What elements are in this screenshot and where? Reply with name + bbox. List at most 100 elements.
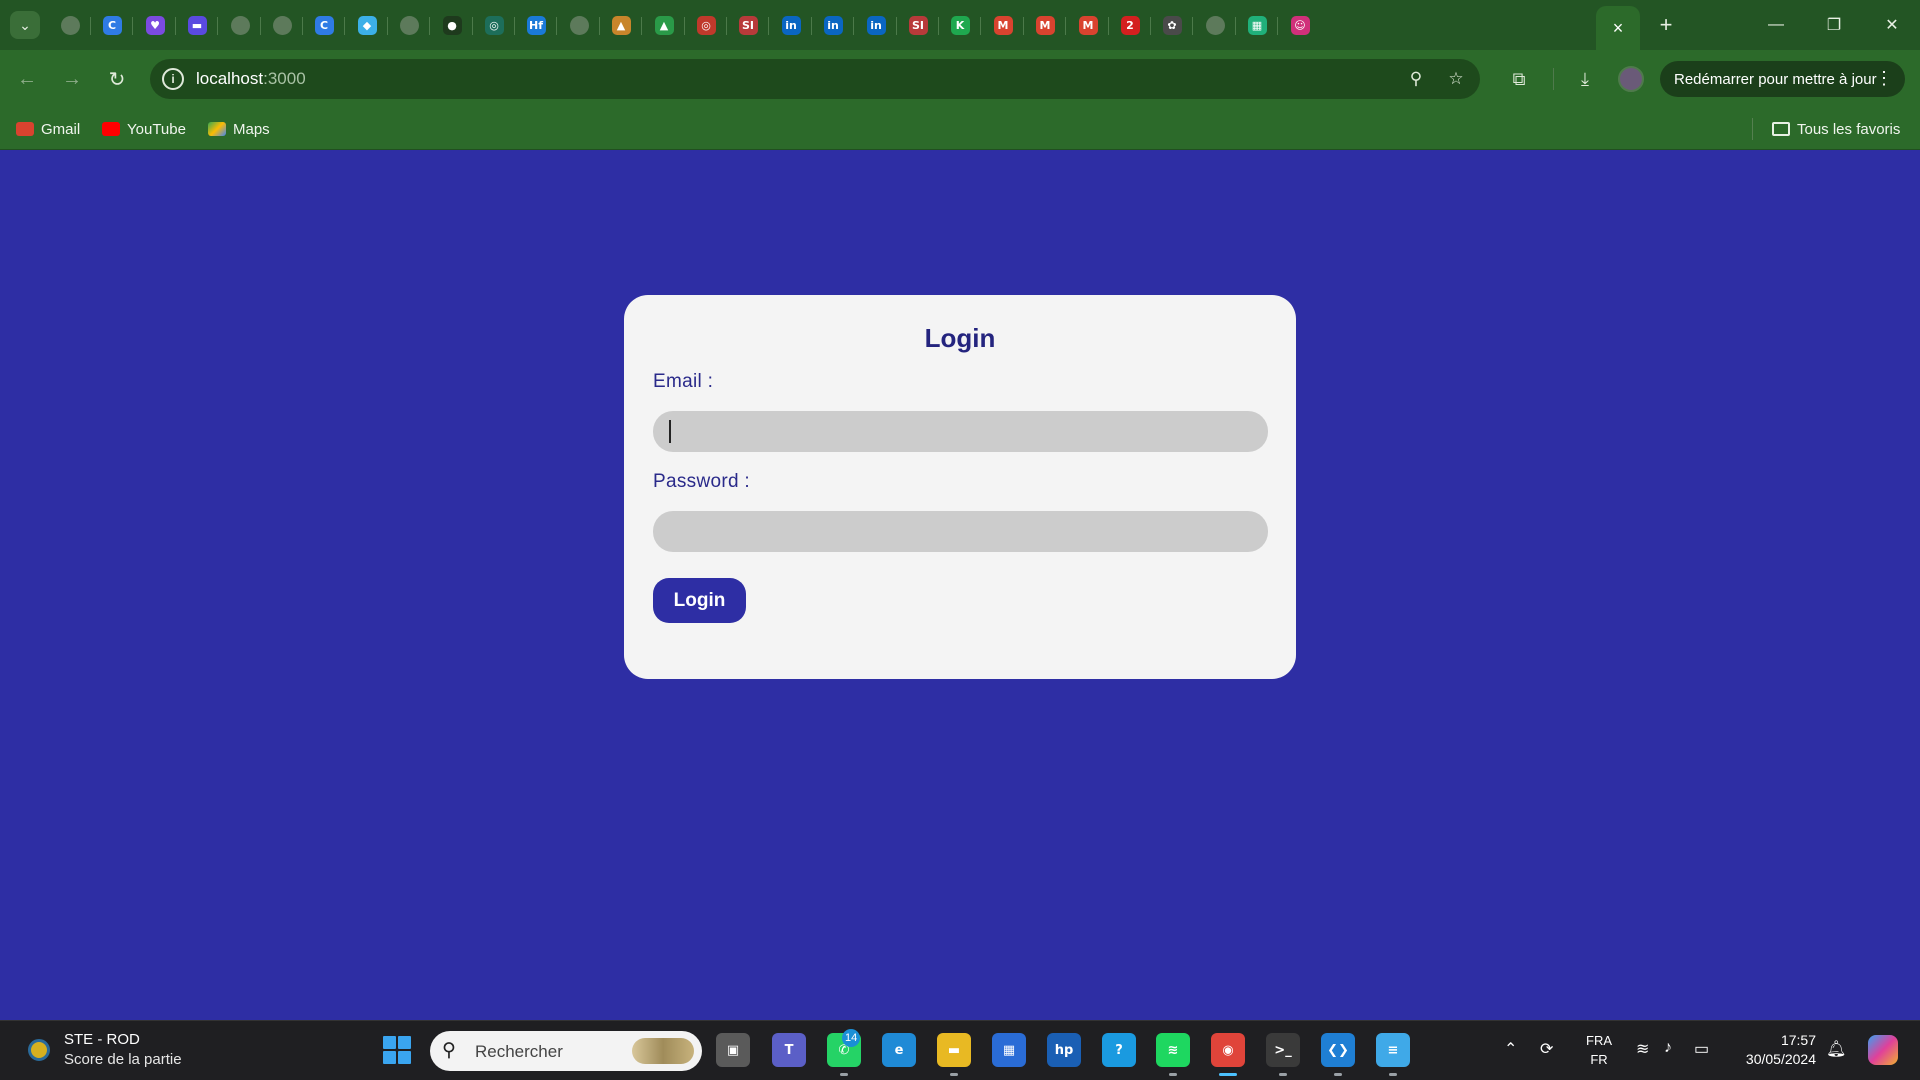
browser-tab[interactable]: ● [436,9,468,41]
browser-tab[interactable]: ▦ [1241,9,1273,41]
notification-bell-icon[interactable]: 🔔︎ [1826,1039,1846,1059]
volume-icon[interactable]: ♪ [1664,1039,1672,1057]
copilot-icon[interactable] [1868,1035,1898,1065]
spotify-icon[interactable]: ≋ [1156,1033,1190,1067]
taskbar: STE - ROD Score de la partie ⚲ Recherche… [0,1020,1920,1080]
extensions-icon[interactable]: ⧉ [1502,62,1536,96]
active-tab[interactable]: × [1596,6,1640,50]
zoom-icon[interactable]: ⚲ [1402,65,1430,93]
sports-widget-icon[interactable] [28,1039,50,1061]
tab-separator [1108,17,1109,35]
browser-tab[interactable]: in [860,9,892,41]
tab-separator [726,17,727,35]
language-indicator[interactable]: FRA FR [1584,1031,1614,1069]
battery-icon[interactable]: ▭ [1694,1039,1709,1059]
bookmark-star-icon[interactable]: ☆ [1442,65,1470,93]
tab-separator [896,17,897,35]
close-window-button[interactable]: ✕ [1864,0,1920,50]
browser-tab[interactable]: C [96,9,128,41]
browser-tab[interactable]: ▲ [648,9,680,41]
browser-tab[interactable]: 2 [1114,9,1146,41]
task-view-icon[interactable]: ▣ [716,1033,750,1067]
notepad-icon[interactable]: ≡ [1376,1033,1410,1067]
browser-tab[interactable]: M [1029,9,1061,41]
gmail-icon: M [1078,15,1098,35]
file-explorer-icon[interactable]: ▬ [937,1033,971,1067]
edge-icon[interactable]: e [882,1033,916,1067]
email-field[interactable] [653,411,1268,452]
teams-icon[interactable]: T [772,1033,806,1067]
browser-tab[interactable]: ✿ [1156,9,1188,41]
wifi-icon[interactable]: ≋ [1636,1039,1649,1059]
vscode-icon[interactable]: ❮❯ [1321,1033,1355,1067]
profile-avatar[interactable] [1618,66,1644,92]
widget-subtitle[interactable]: Score de la partie [64,1051,182,1068]
show-hidden-icons-chevron-icon[interactable]: ⌃ [1504,1039,1517,1059]
taskbar-search[interactable]: ⚲ Rechercher [430,1031,702,1071]
browser-tab[interactable]: in [775,9,807,41]
close-tab-icon[interactable]: × [1613,18,1624,39]
more-menu-icon[interactable]: ⋮ [1875,68,1893,89]
new-tab-button[interactable]: + [1650,9,1682,41]
download-icon[interactable]: ⤓ [1568,62,1602,96]
bookmark-maps[interactable]: Maps [208,118,270,140]
tab-separator [387,17,388,35]
browser-tab[interactable]: Hf [520,9,552,41]
help-app-icon[interactable]: ? [1102,1033,1136,1067]
terminal-icon[interactable]: >_ [1266,1033,1300,1067]
browser-tab[interactable] [563,9,595,41]
gmail-icon: M [1035,15,1055,35]
browser-tab[interactable]: ◎ [690,9,722,41]
tab-search-button[interactable]: ⌄ [10,11,40,39]
browser-tab[interactable]: ◆ [351,9,383,41]
start-button[interactable] [383,1036,411,1064]
all-bookmarks-folder[interactable]: Tous les favoris [1772,118,1900,140]
myhp-icon[interactable]: hp [1047,1033,1081,1067]
browser-tab[interactable]: ▬ [181,9,213,41]
tab-separator [768,17,769,35]
globe-icon [60,15,80,35]
browser-tab[interactable] [393,9,425,41]
browser-tab[interactable] [266,9,298,41]
browser-tab[interactable]: SI [902,9,934,41]
windows-logo-icon [383,1036,396,1049]
browser-tab[interactable]: ☺ [1284,9,1316,41]
address-bar[interactable]: i localhost:3000 ⚲ ☆ [150,59,1480,99]
forward-button[interactable]: → [55,62,89,96]
browser-tab[interactable] [224,9,256,41]
browser-tab[interactable]: ▲ [605,9,637,41]
tab-separator [217,17,218,35]
widget-title[interactable]: STE - ROD [64,1031,140,1048]
microsoft-store-icon[interactable]: ▦ [992,1033,1026,1067]
login-button[interactable]: Login [653,578,746,623]
bookmark-youtube[interactable]: YouTube [102,118,186,140]
search-highlight-image [632,1038,694,1064]
back-button[interactable]: ← [10,62,44,96]
browser-tab[interactable] [1199,9,1231,41]
reload-button[interactable]: ↻ [100,62,134,96]
smile-app-icon: ☺ [1290,15,1310,35]
browser-tab[interactable]: ◎ [478,9,510,41]
browser-tab[interactable]: M [987,9,1019,41]
browser-tab[interactable]: ♥ [139,9,171,41]
running-indicator [1279,1073,1287,1076]
linkedin-icon: in [866,15,886,35]
tab-separator [1023,17,1024,35]
url-text[interactable]: localhost:3000 [196,69,306,89]
browser-tab[interactable]: C [308,9,340,41]
restore-button[interactable]: ❐ [1806,0,1862,50]
site-info-icon[interactable]: i [162,68,184,90]
minimize-button[interactable]: — [1748,0,1804,50]
chrome-icon[interactable]: ◉ [1211,1033,1245,1067]
browser-tab[interactable]: M [1072,9,1104,41]
browser-tab[interactable] [54,9,86,41]
restart-update-button[interactable]: Redémarrer pour mettre à jour ⋮ [1660,61,1905,97]
sync-icon[interactable]: ⟳ [1540,1039,1553,1059]
password-field[interactable] [653,511,1268,552]
bookmark-gmail[interactable]: Gmail [16,118,80,140]
browser-tab[interactable]: in [817,9,849,41]
browser-tab[interactable]: K [944,9,976,41]
globe-icon [569,15,589,35]
browser-tab[interactable]: SI [732,9,764,41]
clock[interactable]: 17:57 30/05/2024 [1734,1031,1816,1069]
